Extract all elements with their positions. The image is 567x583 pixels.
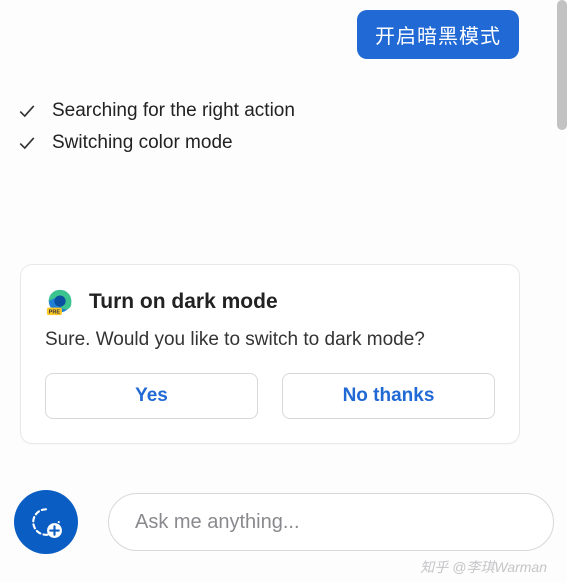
check-icon <box>18 134 36 152</box>
chat-plus-icon <box>29 505 63 539</box>
scrollbar-thumb[interactable] <box>557 0 567 130</box>
card-title: Turn on dark mode <box>89 290 278 314</box>
watermark-text: 知乎 @李琪Warman <box>420 557 547 577</box>
card-body-text: Sure. Would you like to switch to dark m… <box>45 329 495 351</box>
card-button-row: Yes No thanks <box>45 373 495 419</box>
yes-button[interactable]: Yes <box>45 373 258 419</box>
no-thanks-button[interactable]: No thanks <box>282 373 495 419</box>
chat-input-placeholder: Ask me anything... <box>135 511 300 534</box>
svg-text:PRE: PRE <box>49 309 61 315</box>
input-row: Ask me anything... <box>14 490 554 554</box>
edge-preview-icon: PRE <box>45 287 75 317</box>
status-list: Searching for the right action Switching… <box>18 100 295 154</box>
status-text: Switching color mode <box>52 132 233 154</box>
card-header: PRE Turn on dark mode <box>45 287 495 317</box>
chat-input[interactable]: Ask me anything... <box>108 493 554 551</box>
new-chat-button[interactable] <box>14 490 78 554</box>
status-row: Searching for the right action <box>18 100 295 122</box>
status-text: Searching for the right action <box>52 100 295 122</box>
check-icon <box>18 102 36 120</box>
user-message-bubble: 开启暗黑模式 <box>357 10 519 59</box>
user-message-text: 开启暗黑模式 <box>375 26 501 48</box>
confirm-card: PRE Turn on dark mode Sure. Would you li… <box>20 264 520 444</box>
status-row: Switching color mode <box>18 132 295 154</box>
